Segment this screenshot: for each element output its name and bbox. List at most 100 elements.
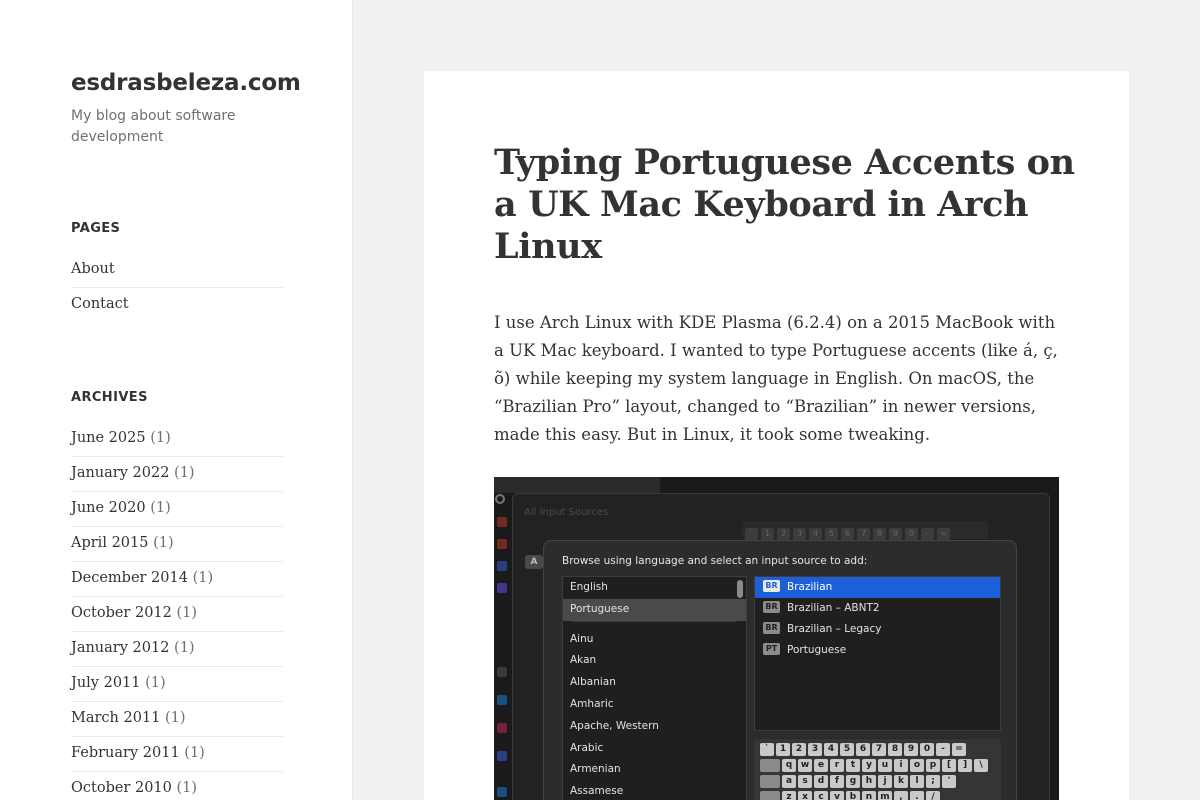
key: s <box>798 775 812 788</box>
post-title: Typing Portuguese Accents on a UK Mac Ke… <box>494 142 1075 267</box>
input-source-list: BR Brazilian BR Brazilian – ABNT2 BR Brazilia… <box>754 576 1001 731</box>
archive-link[interactable]: July 2011 <box>71 675 141 691</box>
archive-link[interactable]: December 2014 <box>71 570 188 586</box>
app-icon <box>497 667 507 677</box>
key: 3 <box>808 743 822 756</box>
key: u <box>878 759 892 772</box>
key: - <box>921 528 934 540</box>
app-icon <box>497 751 507 761</box>
key: ] <box>958 759 972 772</box>
archive-link[interactable]: April 2015 <box>71 535 148 551</box>
app-icon <box>497 787 507 797</box>
key: . <box>910 791 924 800</box>
key: v <box>830 791 844 800</box>
app-icon <box>497 583 507 593</box>
language-item: English <box>570 581 608 593</box>
archive-list-item: October 2012 (1) <box>71 597 283 632</box>
key: l <box>910 775 924 788</box>
app-icon <box>497 723 507 733</box>
archive-link[interactable]: October 2010 <box>71 780 172 796</box>
archives-list: June 2025 (1) January 2022 (1) June 2020 (… <box>71 422 283 800</box>
app-icon <box>497 539 507 549</box>
archive-list-item: July 2011 (1) <box>71 667 283 702</box>
key: p <box>926 759 940 772</box>
top-keyboard-preview: ` 1 2 3 4 5 6 7 8 9 0- = <box>742 521 988 540</box>
key <box>760 775 780 788</box>
archive-post-count: (1) <box>153 535 174 551</box>
key: c <box>814 791 828 800</box>
page-link-about[interactable]: About <box>71 261 115 277</box>
scrollbar-thumb <box>737 580 743 598</box>
key: w <box>798 759 812 772</box>
archive-post-count: (1) <box>150 500 171 516</box>
site-title[interactable]: esdrasbeleza.com <box>71 70 301 96</box>
archive-link[interactable]: June 2020 <box>71 500 146 516</box>
key: 0 <box>920 743 934 756</box>
input-source-item: BR Brazilian – ABNT2 <box>755 598 1000 619</box>
language-item: Arabic <box>570 741 604 754</box>
key: a <box>782 775 796 788</box>
archive-list-item: April 2015 (1) <box>71 527 283 562</box>
key: b <box>846 791 860 800</box>
archive-link[interactable]: January 2022 <box>71 465 169 481</box>
all-input-sources-label: All Input Sources <box>524 507 609 518</box>
add-input-source-dialog: Browse using language and select an inpu… <box>543 540 1017 800</box>
pages-list-item: Contact <box>71 288 283 323</box>
key: g <box>846 775 860 788</box>
key: = <box>937 528 950 540</box>
key: ` <box>745 528 758 540</box>
app-icon <box>497 695 507 705</box>
input-source-item: BR Brazilian – Legacy <box>755 619 1000 640</box>
key: 6 <box>856 743 870 756</box>
key: 1 <box>776 743 790 756</box>
key: 8 <box>873 528 886 540</box>
flag-badge: BR <box>763 601 780 613</box>
flag-badge: BR <box>763 622 780 634</box>
archive-link[interactable]: February 2011 <box>71 745 180 761</box>
site-description: My blog about software development <box>71 108 236 145</box>
archive-post-count: (1) <box>145 675 166 691</box>
key: 7 <box>872 743 886 756</box>
language-item: Assamese <box>570 785 624 798</box>
input-source-label: Brazilian – Legacy <box>787 623 882 635</box>
archive-link[interactable]: June 2025 <box>71 430 146 446</box>
key: n <box>862 791 876 800</box>
key: h <box>862 775 876 788</box>
archive-list-item: January 2022 (1) <box>71 457 283 492</box>
key: 5 <box>840 743 854 756</box>
language-item: Armenian <box>570 763 621 776</box>
screenshot-sidebar-header <box>494 477 660 493</box>
page-link-contact[interactable]: Contact <box>71 296 129 312</box>
key: 4 <box>824 743 838 756</box>
dialog-prompt: Browse using language and select an inpu… <box>562 555 868 567</box>
key: e <box>814 759 828 772</box>
archive-link[interactable]: October 2012 <box>71 605 172 621</box>
archive-post-count: (1) <box>174 465 195 481</box>
language-item: Amharic <box>570 697 614 710</box>
list-separator <box>573 620 736 629</box>
archive-link[interactable]: March 2011 <box>71 710 160 726</box>
key: [ <box>942 759 956 772</box>
archive-post-count: (1) <box>150 430 171 446</box>
key: m <box>878 791 892 800</box>
key: , <box>894 791 908 800</box>
input-source-label: Portuguese <box>787 644 847 656</box>
keyboard-preview: ` 1 2 3 4 5 6 7 8 9 0- = q w e r t y u i o p[] \ a s d f g h j k l; ' z x c… <box>754 739 1001 800</box>
key: 7 <box>857 528 870 540</box>
key: d <box>814 775 828 788</box>
post-body: I use Arch Linux with KDE Plasma (6.2.4)… <box>494 313 1058 444</box>
archive-list-item: June 2025 (1) <box>71 422 283 457</box>
key: 5 <box>825 528 838 540</box>
key: / <box>926 791 940 800</box>
keyboard-row: z x c v b n m,. / <box>760 791 1001 800</box>
key: 0 <box>905 528 918 540</box>
input-source-item: BR Brazilian <box>755 577 1000 598</box>
archive-post-count: (1) <box>192 570 214 586</box>
language-list: English Portuguese Ainu Akan Albanian Amharic… <box>562 576 747 800</box>
archive-link[interactable]: January 2012 <box>71 640 169 656</box>
key: 9 <box>904 743 918 756</box>
archive-list-item: January 2012 (1) <box>71 632 283 667</box>
input-source-label: Brazilian – ABNT2 <box>787 602 880 614</box>
key: 2 <box>777 528 790 540</box>
key: f <box>830 775 844 788</box>
